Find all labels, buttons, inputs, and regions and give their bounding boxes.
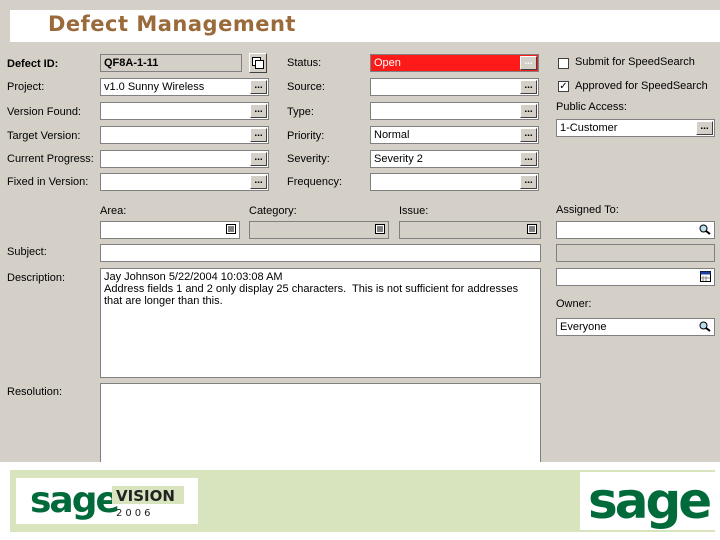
assigned-to-label: Assigned To:: [556, 204, 619, 216]
current-progress-lookup-button[interactable]: ...: [250, 152, 267, 166]
issue-label: Issue:: [399, 205, 429, 217]
submit-speedsearch-label: Submit for SpeedSearch: [575, 56, 695, 68]
assigned-to-field[interactable]: [556, 221, 715, 239]
current-progress-label: Current Progress:: [7, 153, 94, 165]
fixed-in-version-lookup-button[interactable]: ...: [250, 175, 267, 189]
sage-vision-logo: sage VISION 2006: [16, 478, 198, 524]
status-lookup-button[interactable]: ...: [520, 56, 537, 70]
type-field[interactable]: ...: [370, 102, 539, 120]
copy-button[interactable]: [249, 53, 267, 73]
priority-lookup-button[interactable]: ...: [520, 128, 537, 142]
type-lookup-button[interactable]: ...: [520, 104, 537, 118]
severity-label: Severity:: [287, 153, 330, 165]
version-found-label: Version Found:: [7, 106, 81, 118]
current-progress-field[interactable]: ...: [100, 150, 269, 168]
left-logo-product: VISION: [116, 487, 175, 505]
category-field[interactable]: [249, 221, 389, 239]
project-label: Project:: [7, 81, 45, 93]
list-picker-icon[interactable]: [375, 224, 385, 234]
public-access-value: 1-Customer: [560, 122, 618, 134]
frequency-lookup-button[interactable]: ...: [520, 175, 537, 189]
public-access-label: Public Access:: [556, 101, 627, 113]
fixed-in-version-label: Fixed in Version:: [7, 176, 89, 188]
left-logo-year: 2006: [116, 508, 153, 519]
priority-value: Normal: [374, 129, 410, 141]
calendar-icon[interactable]: [700, 271, 711, 282]
page-title: Defect Management: [48, 12, 296, 36]
list-picker-icon[interactable]: [527, 224, 537, 234]
approved-speedsearch-label: Approved for SpeedSearch: [575, 80, 708, 92]
source-label: Source:: [287, 81, 325, 93]
type-label: Type:: [287, 106, 314, 118]
area-field[interactable]: [100, 221, 240, 239]
version-found-lookup-button[interactable]: ...: [250, 104, 267, 118]
priority-field[interactable]: Normal...: [370, 126, 539, 144]
submit-speedsearch-checkbox[interactable]: [558, 58, 569, 69]
issue-field[interactable]: [399, 221, 541, 239]
status-value: Open: [374, 57, 401, 69]
version-found-field[interactable]: ...: [100, 102, 269, 120]
copy-icon: [252, 57, 264, 69]
owner-value: Everyone: [560, 321, 607, 333]
project-value: v1.0 Sunny Wireless: [104, 81, 205, 93]
severity-value: Severity 2: [374, 153, 423, 165]
frequency-field[interactable]: ...: [370, 173, 539, 191]
search-icon[interactable]: [699, 224, 711, 235]
status-field[interactable]: Open...: [370, 54, 539, 72]
category-label: Category:: [249, 205, 297, 217]
owner-field[interactable]: Everyone: [556, 318, 715, 336]
project-field[interactable]: v1.0 Sunny Wireless...: [100, 78, 269, 96]
sage-logo: sage: [580, 472, 715, 530]
subject-input[interactable]: [100, 244, 541, 262]
subject-label: Subject:: [7, 246, 47, 258]
list-picker-icon[interactable]: [226, 224, 236, 234]
source-field[interactable]: ...: [370, 78, 539, 96]
assigned-to-secondary-field: [556, 244, 715, 262]
defect-id-field: QF8A-1-11: [100, 54, 242, 72]
resolution-label: Resolution:: [7, 386, 63, 398]
right-logo-brand: sage: [588, 472, 710, 530]
date-field[interactable]: [556, 268, 715, 286]
search-icon[interactable]: [699, 321, 711, 332]
frequency-label: Frequency:: [287, 176, 343, 188]
priority-label: Priority:: [287, 130, 325, 142]
defect-form: Defect ID: QF8A-1-11 Project: v1.0 Sunny…: [0, 46, 720, 463]
target-version-label: Target Version:: [7, 130, 81, 142]
area-label: Area:: [100, 205, 127, 217]
public-access-field[interactable]: 1-Customer...: [556, 119, 715, 137]
approved-speedsearch-checkbox[interactable]: ✓: [558, 81, 569, 92]
sage-vision-logo-graphic: sage VISION 2006: [30, 480, 184, 521]
owner-label: Owner:: [556, 298, 592, 310]
severity-field[interactable]: Severity 2...: [370, 150, 539, 168]
fixed-in-version-field[interactable]: ...: [100, 173, 269, 191]
public-access-lookup-button[interactable]: ...: [696, 121, 713, 135]
defect-id-label: Defect ID:: [7, 58, 59, 70]
resolution-textarea[interactable]: [100, 383, 541, 463]
source-lookup-button[interactable]: ...: [520, 80, 537, 94]
description-textarea[interactable]: Jay Johnson 5/22/2004 10:03:08 AM Addres…: [100, 268, 541, 378]
project-lookup-button[interactable]: ...: [250, 80, 267, 94]
description-label: Description:: [7, 272, 66, 284]
status-label: Status:: [287, 57, 322, 69]
severity-lookup-button[interactable]: ...: [520, 152, 537, 166]
left-logo-brand: sage: [30, 480, 118, 521]
target-version-lookup-button[interactable]: ...: [250, 128, 267, 142]
target-version-field[interactable]: ...: [100, 126, 269, 144]
sage-logo-graphic: sage: [588, 472, 713, 530]
